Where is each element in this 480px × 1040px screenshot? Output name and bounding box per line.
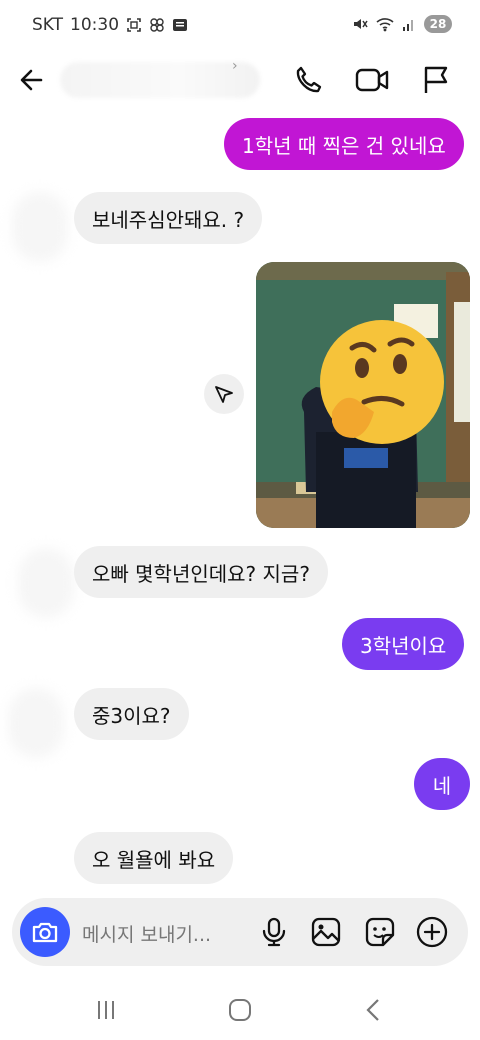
send-icon: [215, 386, 233, 403]
video-icon: [355, 68, 389, 92]
message-outgoing[interactable]: 네: [414, 758, 470, 810]
avatar-redacted: [8, 688, 64, 758]
camera-button[interactable]: [20, 907, 70, 957]
report-button[interactable]: [416, 60, 456, 100]
plus-circle-icon: [416, 916, 448, 948]
call-button[interactable]: [288, 60, 328, 100]
image-icon: [311, 917, 341, 947]
message-composer: 메시지 보내기...: [12, 898, 468, 966]
voice-button[interactable]: [256, 914, 292, 950]
message-incoming[interactable]: 오빠 몇학년인데요? 지금?: [74, 546, 328, 598]
pinwheel-icon: [150, 18, 164, 32]
video-call-button[interactable]: [352, 60, 392, 100]
arrow-left-icon: [20, 69, 43, 91]
back-button[interactable]: [12, 60, 52, 100]
conversation-header: ›: [0, 52, 480, 108]
camera-icon: [32, 922, 58, 943]
gallery-button[interactable]: [308, 914, 344, 950]
message-outgoing[interactable]: 3학년이요: [342, 618, 465, 670]
chevron-right-icon: ›: [232, 58, 238, 74]
wifi-icon: [376, 18, 394, 32]
more-button[interactable]: [414, 914, 450, 950]
share-button[interactable]: [204, 374, 244, 414]
mute-icon: [354, 19, 368, 29]
status-bar: SKT 10:30 28: [0, 0, 480, 52]
system-back-button[interactable]: [354, 994, 394, 1026]
sticker-button[interactable]: [362, 914, 398, 950]
system-navigation-bar: [0, 980, 480, 1040]
photo-message[interactable]: [256, 262, 470, 528]
recents-icon: [98, 1001, 114, 1019]
battery-icon: 28: [424, 15, 452, 33]
contact-name-redacted[interactable]: [60, 62, 260, 98]
back-icon: [366, 999, 379, 1021]
clock: 10:30: [70, 15, 120, 35]
avatar-redacted: [12, 192, 68, 262]
status-right: 28: [352, 15, 452, 33]
card-icon: [173, 19, 188, 31]
message-incoming[interactable]: 오 월욜에 봐요: [74, 832, 234, 884]
flag-icon: [424, 66, 448, 93]
recents-button[interactable]: [86, 994, 126, 1026]
message-incoming[interactable]: 중3이요?: [74, 688, 189, 740]
carrier-label: SKT: [32, 15, 64, 35]
phone-icon: [296, 66, 322, 93]
status-left: SKT 10:30: [32, 15, 188, 35]
screenshot-icon: [127, 18, 141, 32]
message-input[interactable]: 메시지 보내기...: [82, 920, 211, 947]
microphone-icon: [262, 917, 286, 947]
home-icon: [229, 999, 251, 1021]
home-button[interactable]: [220, 994, 260, 1026]
message-outgoing[interactable]: 1학년 때 찍은 건 있네요: [224, 118, 464, 170]
message-incoming[interactable]: 보네주심안돼요. ?: [74, 192, 263, 244]
message-thread[interactable]: 1학년 때 찍은 건 있네요 보네주심안돼요. ? 오빠 몇학년인데요? 지금?…: [0, 108, 480, 898]
signal-icon: [403, 20, 413, 31]
classroom-photo: [256, 262, 470, 528]
avatar-redacted: [18, 548, 74, 618]
sticker-icon: [365, 917, 395, 947]
